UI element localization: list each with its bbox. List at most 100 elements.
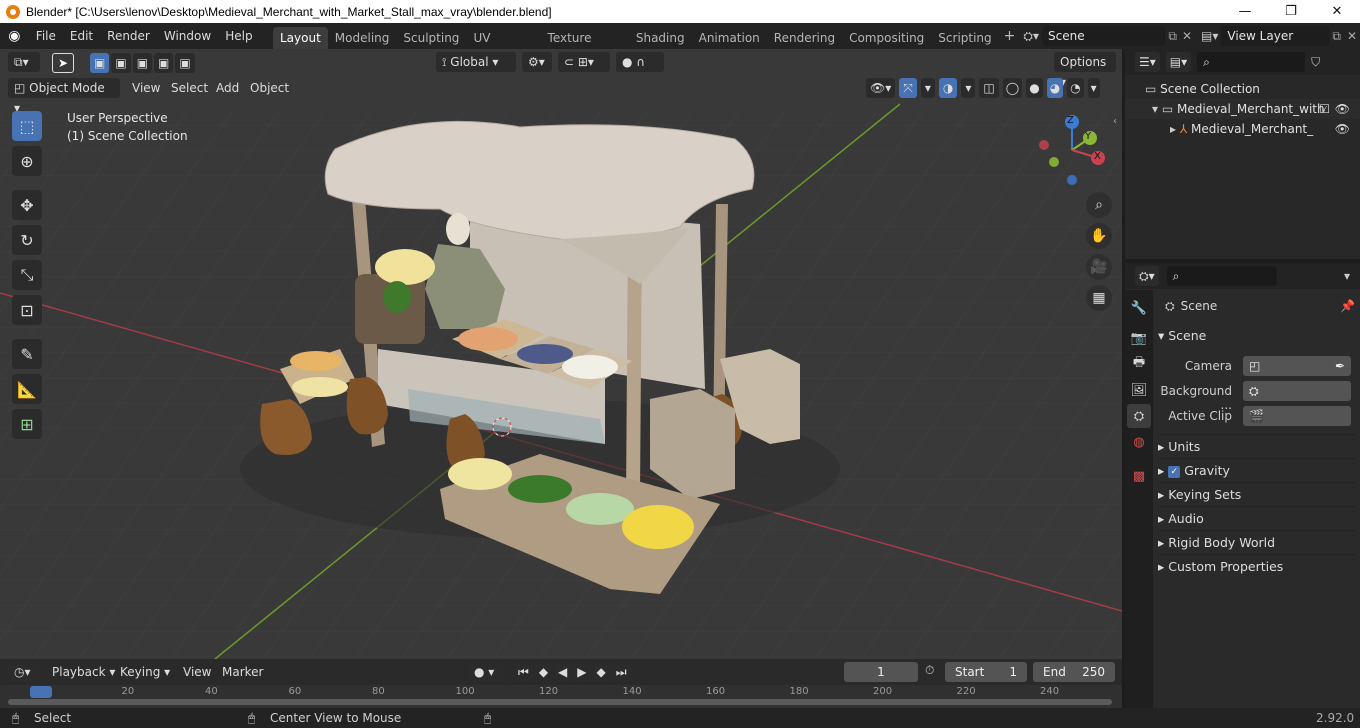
panel-custom-properties[interactable]: ▸ Custom Properties [1158,554,1356,578]
outliner-search-input[interactable]: ⌕ [1197,52,1306,72]
jump-keyframe-forward-icon[interactable]: ◆ [592,662,610,682]
viewport-menu-view[interactable]: View [126,78,166,98]
play-icon[interactable]: ▶ [573,662,591,682]
panel-rigid-body-world[interactable]: ▸ Rigid Body World [1158,530,1356,554]
visibility-eye-icon[interactable]: 👁 [1335,119,1350,139]
tab-layout[interactable]: Layout [273,27,328,49]
new-scene-icon[interactable]: ⧉ [1165,29,1180,44]
render-tab-icon[interactable]: 📷 [1127,326,1151,350]
transform-orientation-dropdown[interactable]: ⟟ Global ▾ [436,52,516,72]
ortho-grid-icon[interactable]: ▦ [1086,285,1112,311]
gizmo-dropdown-icon[interactable]: ▾ [920,78,935,98]
outliner-row-collection[interactable]: ▾ ▭ Medieval_Merchant_with ☑ 👁 [1125,99,1360,119]
shading-material-icon[interactable]: ◕ [1046,78,1064,98]
jump-start-icon[interactable]: ⏮ [514,662,533,682]
panel-gravity[interactable]: ▸ ✓ Gravity [1158,458,1356,482]
new-view-layer-icon[interactable]: ⧉ [1329,29,1344,44]
transform-tool-icon[interactable]: ⊡ [12,295,42,325]
object-mode-dropdown[interactable]: ◰ Object Mode ▾ [8,78,120,115]
zoom-icon[interactable]: ⌕ [1086,192,1112,218]
playhead[interactable] [30,686,52,698]
select-new-icon[interactable]: ▣ [90,53,110,73]
output-tab-icon[interactable]: 🖶 [1127,352,1151,376]
timeline-menu-marker[interactable]: Marker [216,662,269,682]
close-window-button[interactable]: ✕ [1314,0,1360,23]
tab-rendering[interactable]: Rendering [767,27,842,49]
timeline-menu-keying[interactable]: Keying ▾ [114,662,176,682]
background-scene-field[interactable]: ⛭ [1243,381,1351,401]
select-box-tool-icon[interactable]: ⬚ [12,111,42,141]
outliner-editor-icon[interactable]: ☰▾ [1135,52,1160,72]
panel-units[interactable]: ▸ Units [1158,434,1356,458]
tab-shading[interactable]: Shading [629,27,692,49]
filter-icon[interactable]: ⛉ [1311,55,1320,70]
menu-file[interactable]: File [29,23,63,49]
end-frame-field[interactable]: End 250 [1033,662,1115,682]
texture-tab-icon[interactable]: ▩ [1127,464,1151,488]
shading-dropdown-icon[interactable]: ▾ [1087,78,1100,98]
minimize-button[interactable]: — [1222,0,1268,23]
maximize-button[interactable]: ❐ [1268,0,1314,23]
outliner-row-object[interactable]: ▸ ⅄ Medieval_Merchant_ 👁 [1125,119,1360,139]
menu-window[interactable]: Window [157,23,218,49]
camera-view-icon[interactable]: 🎥 [1086,254,1112,280]
proportional-editing-icon[interactable]: ● ∩ [616,52,664,72]
properties-search-input[interactable]: ⌕ [1166,266,1277,286]
visibility-eye-icon[interactable]: 👁 [1335,99,1350,119]
scene-tab-icon[interactable]: ⛭ [1127,404,1151,428]
tab-compositing[interactable]: Compositing [842,27,931,49]
panel-keying-sets[interactable]: ▸ Keying Sets [1158,482,1356,506]
viewport-menu-add[interactable]: Add [210,78,245,98]
tab-texture-paint[interactable]: Texture Paint [541,27,629,67]
annotate-tool-icon[interactable]: ✎ [12,339,42,369]
menu-help[interactable]: Help [218,23,259,49]
tab-uv-editing[interactable]: UV Editing [466,27,540,67]
add-cube-tool-icon[interactable]: ⊞ [12,409,42,439]
tool-tab-icon[interactable]: 🔧 [1127,296,1151,320]
timeline-editor-icon[interactable]: ◷▾ [8,662,40,682]
select-subtract-icon[interactable]: ▣ [132,53,153,73]
properties-editor-icon[interactable]: ⛭▾ [1135,266,1159,286]
scene-name-field[interactable]: Scene [1042,26,1166,46]
display-mode-icon[interactable]: ▤▾ [1165,52,1192,72]
measure-tool-icon[interactable]: 📐 [12,374,42,404]
world-tab-icon[interactable]: ◍ [1127,430,1151,454]
move-tool-icon[interactable]: ✥ [12,190,42,220]
blender-menu-icon[interactable]: ◉ [0,28,29,44]
pin-icon[interactable]: 📌 [1340,299,1355,313]
scale-tool-icon[interactable]: ⤡ [12,260,42,290]
timeline-menu-view[interactable]: View [177,662,217,682]
menu-edit[interactable]: Edit [63,23,100,49]
preview-range-icon[interactable]: ⏱ [925,663,934,678]
properties-options-icon[interactable]: ▾ [1344,269,1350,283]
overlays-icon[interactable]: ◑ [938,78,958,98]
visibility-icon[interactable]: 👁▾ [866,78,896,98]
shading-rendered-icon[interactable]: ◔ [1067,78,1084,98]
view-layer-field[interactable]: View Layer [1221,26,1330,46]
delete-scene-icon[interactable]: ✕ [1180,29,1198,43]
xray-icon[interactable]: ◫ [979,78,999,98]
navigation-gizmo[interactable]: Z Y X [1032,110,1112,190]
panel-audio[interactable]: ▸ Audio [1158,506,1356,530]
snap-icon[interactable]: ⊂ ⊞▾ [558,52,610,72]
sidebar-toggle-icon[interactable]: ‹ [1113,116,1117,127]
play-reverse-icon[interactable]: ◀ [554,662,572,682]
camera-field[interactable]: ◰ ✒ [1243,356,1351,376]
select-intersect-icon[interactable]: ▣ [175,53,195,73]
start-frame-field[interactable]: Start 1 [945,662,1027,682]
shading-wireframe-icon[interactable]: ◯ [1002,78,1023,98]
pan-hand-icon[interactable]: ✋ [1086,223,1112,249]
pivot-point-icon[interactable]: ⚙▾ [522,52,552,72]
tab-scripting[interactable]: Scripting [931,27,998,49]
current-frame-field[interactable]: 1 [844,662,918,682]
jump-keyframe-back-icon[interactable]: ◆ [534,662,553,682]
select-extend-icon[interactable]: ▣ [111,53,131,73]
view-layer-icon[interactable]: ▤▾ [1198,29,1221,43]
scene-selector-icon[interactable]: ⛭▾ [1020,29,1042,44]
gizmo-icon[interactable]: ⤧ [899,78,917,98]
active-clip-field[interactable]: 🎬 [1243,406,1351,426]
add-workspace-icon[interactable]: + [999,28,1021,44]
tab-animation[interactable]: Animation [692,27,767,49]
auto-keying-icon[interactable]: ● ▾ [468,662,504,682]
viewport-menu-object[interactable]: Object [244,78,295,98]
